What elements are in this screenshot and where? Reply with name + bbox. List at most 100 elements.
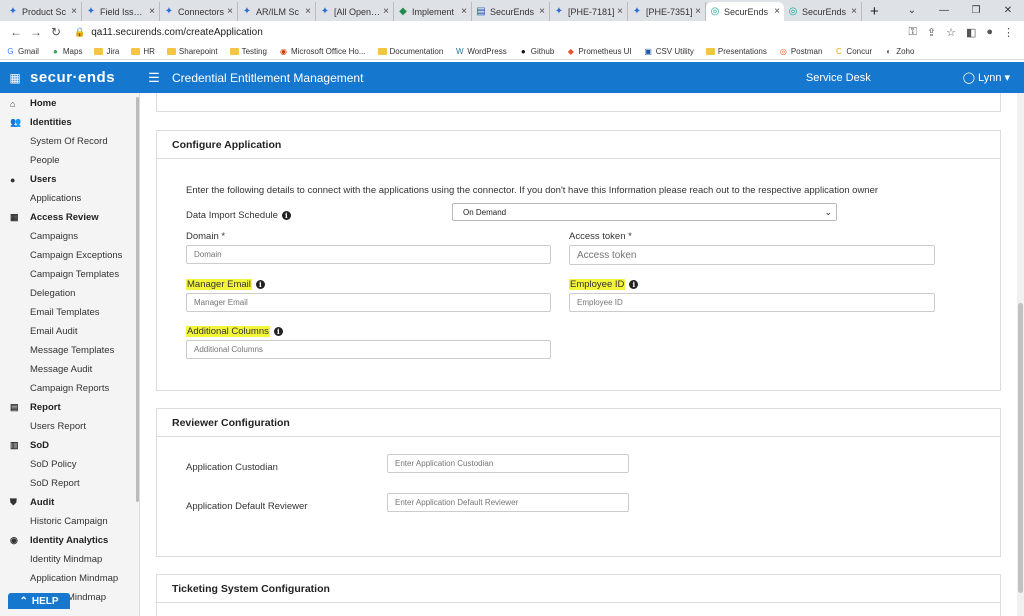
sidebar-item-identity-mindmap[interactable]: Identity Mindmap [0, 550, 139, 569]
sidebar-item-people[interactable]: People [0, 151, 139, 170]
sidebar-item-campaigns[interactable]: Campaigns [0, 227, 139, 246]
browser-tab[interactable]: ▤ SecurEnds × [472, 2, 550, 21]
domain-input[interactable] [186, 245, 551, 264]
reload-icon[interactable]: ↻ [46, 25, 66, 39]
user-menu[interactable]: ◯ Lynn ▾ [963, 71, 1010, 85]
securends-logo[interactable]: secur·ends [30, 69, 140, 86]
browser-tab[interactable]: ✦ [PHE-7181] × [550, 2, 628, 21]
browser-tab[interactable]: ✦ [All Open Du × [316, 2, 394, 21]
application-custodian-input[interactable] [387, 454, 629, 473]
share-icon[interactable]: ⇪ [927, 26, 936, 39]
sidebar-item-home[interactable]: ⌂ Home [0, 94, 139, 113]
browser-tab[interactable]: ✦ Connectors × [160, 2, 238, 21]
bookmark-item[interactable]: W WordPress [455, 47, 507, 56]
employee-id-input[interactable] [569, 293, 935, 312]
bookmark-item[interactable]: G Gmail [6, 47, 39, 56]
sidebar-item-audit[interactable]: ⛊ Audit [0, 493, 139, 512]
browser-tab[interactable]: ✦ AR/ILM Sc × [238, 2, 316, 21]
close-icon[interactable]: × [149, 6, 155, 17]
sidebar-item-sod-policy[interactable]: SoD Policy [0, 455, 139, 474]
service-desk-link[interactable]: Service Desk [806, 72, 871, 84]
tab-search-icon[interactable]: ⌄ [896, 0, 928, 21]
info-icon[interactable]: i [629, 280, 639, 289]
sidebar-item-message-audit[interactable]: Message Audit [0, 360, 139, 379]
browser-tab[interactable]: ◎ SecurEnds × [706, 2, 784, 21]
additional-columns-input[interactable] [186, 340, 551, 359]
data-import-schedule-select[interactable]: On Demand ⌄ [452, 203, 837, 221]
bookmark-item[interactable]: Testing [229, 47, 267, 56]
main-scrollbar[interactable] [1017, 93, 1024, 616]
restore-icon[interactable]: ❐ [960, 0, 992, 21]
sidebar-item-delegation[interactable]: Delegation [0, 284, 139, 303]
minimize-icon[interactable]: — [928, 0, 960, 21]
sidebar-item-email-audit[interactable]: Email Audit [0, 322, 139, 341]
sidebar-item-users-report[interactable]: Users Report [0, 417, 139, 436]
bookmark-item[interactable]: ● Maps [51, 47, 82, 56]
sidebar-item-users[interactable]: ● Users [0, 170, 139, 189]
info-icon[interactable]: i [255, 280, 265, 289]
bookmark-item[interactable]: ◉ Microsoft Office Ho... [279, 47, 366, 56]
main-scrollbar-thumb[interactable] [1018, 303, 1023, 593]
close-icon[interactable]: × [617, 6, 623, 17]
help-button[interactable]: ⌃ HELP [8, 593, 70, 609]
close-icon[interactable]: × [71, 6, 77, 17]
browser-tab[interactable]: ✦ [PHE-7351] × [628, 2, 706, 21]
sidepanel-icon[interactable]: ◧ [966, 26, 976, 39]
bookmark-item[interactable]: ◆ Prometheus UI [566, 47, 632, 56]
sidebar-item-identity-analytics[interactable]: ◉ Identity Analytics [0, 531, 139, 550]
sidebar-item-report[interactable]: ▤ Report [0, 398, 139, 417]
bookmark-item[interactable]: ▣ CSV Utility [644, 47, 694, 56]
sidebar-item-sod[interactable]: ▥ SoD [0, 436, 139, 455]
forward-icon[interactable]: → [26, 25, 46, 39]
sidebar-item-email-templates[interactable]: Email Templates [0, 303, 139, 322]
window-close-icon[interactable]: ✕ [992, 0, 1024, 21]
sidebar-item-applications[interactable]: Applications [0, 189, 139, 208]
bookmark-item[interactable]: Presentations [705, 47, 767, 56]
browser-tab[interactable]: ✦ Field Issues × [82, 2, 160, 21]
lock-icon[interactable]: 🔒 [74, 27, 85, 38]
close-icon[interactable]: × [227, 6, 233, 17]
bookmark-star-icon[interactable]: ☆ [946, 26, 956, 39]
sidebar-item-campaign-reports[interactable]: Campaign Reports [0, 379, 139, 398]
sidebar-item-sod-report[interactable]: SoD Report [0, 474, 139, 493]
bookmark-item[interactable]: ● Github [519, 47, 555, 56]
browser-menu-icon[interactable]: ⋮ [1003, 26, 1014, 39]
sidebar-item-application-mindmap[interactable]: Application Mindmap [0, 569, 139, 588]
manager-email-input[interactable] [186, 293, 551, 312]
bookmark-item[interactable]: HR [131, 47, 155, 56]
key-icon[interactable]: ⚿ [908, 26, 916, 39]
back-icon[interactable]: ← [6, 25, 26, 39]
info-icon[interactable]: i [281, 211, 291, 220]
browser-tab[interactable]: ✦ Product Sc × [4, 2, 82, 21]
address-bar[interactable]: 🔒 qa11.securends.com/createApplication [74, 27, 908, 38]
browser-tab[interactable]: ◎ SecurEnds × [784, 2, 862, 21]
bookmark-item[interactable]: ◎ Postman [779, 47, 823, 56]
bookmark-item[interactable]: C Concur [834, 47, 872, 56]
close-icon[interactable]: × [305, 6, 311, 17]
browser-tab[interactable]: ◆ Implement × [394, 2, 472, 21]
close-icon[interactable]: × [539, 6, 545, 17]
close-icon[interactable]: × [851, 6, 857, 17]
bookmark-item[interactable]: Jira [94, 47, 119, 56]
hamburger-menu-icon[interactable]: ☰ [140, 70, 168, 86]
info-icon[interactable]: i [273, 327, 283, 336]
application-default-reviewer-input[interactable] [387, 493, 629, 512]
profile-icon[interactable]: ● [986, 26, 993, 39]
close-icon[interactable]: × [383, 6, 389, 17]
sidebar-item-message-templates[interactable]: Message Templates [0, 341, 139, 360]
bookmark-item[interactable]: ◐ Zoho [884, 47, 914, 56]
sidebar-item-historic-campaign[interactable]: Historic Campaign [0, 512, 139, 531]
new-tab-icon[interactable]: + [870, 2, 879, 21]
sidebar-item-access-review[interactable]: ▦ Access Review [0, 208, 139, 227]
sidebar-scrollbar[interactable] [136, 97, 139, 502]
sidebar-item-campaign-templates[interactable]: Campaign Templates [0, 265, 139, 284]
apps-grid-icon[interactable]: ▦ [0, 71, 30, 85]
close-icon[interactable]: × [695, 6, 701, 17]
bookmark-item[interactable]: Sharepoint [166, 47, 218, 56]
access-token-input[interactable] [569, 245, 935, 265]
sidebar-item-system-of-record[interactable]: System Of Record [0, 132, 139, 151]
close-icon[interactable]: × [461, 6, 467, 17]
bookmark-item[interactable]: Documentation [377, 47, 443, 56]
close-icon[interactable]: × [774, 6, 780, 17]
sidebar-item-campaign-exceptions[interactable]: Campaign Exceptions [0, 246, 139, 265]
